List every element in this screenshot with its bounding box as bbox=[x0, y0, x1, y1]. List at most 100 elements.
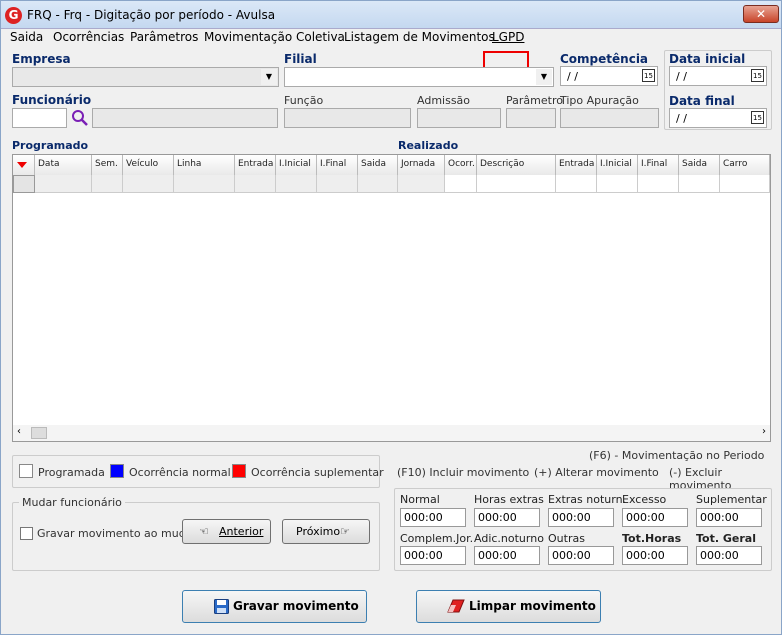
total-tot-horas-field[interactable]: 000:00 bbox=[622, 546, 688, 565]
col-header[interactable]: Entrada bbox=[556, 155, 597, 175]
table-cell[interactable] bbox=[358, 175, 398, 193]
close-button[interactable]: ✕ bbox=[743, 5, 779, 23]
total-label-complem-jor: Complem.Jor. bbox=[400, 532, 474, 545]
col-header[interactable]: I.Inicial bbox=[597, 155, 638, 175]
total-suplementar-field[interactable]: 000:00 bbox=[696, 508, 762, 527]
total-label-horas-extras: Horas extras bbox=[474, 493, 544, 506]
total-tot-geral-field[interactable]: 000:00 bbox=[696, 546, 762, 565]
menu-lgpd[interactable]: LGPD bbox=[492, 30, 524, 44]
hand-right-icon: ☞ bbox=[340, 525, 350, 538]
limpar-movimento-label: Limpar movimento bbox=[469, 599, 596, 613]
col-header[interactable]: I.Final bbox=[317, 155, 358, 175]
menu-ocorrencias[interactable]: Ocorrências bbox=[53, 30, 124, 44]
scroll-left-icon[interactable]: ‹ bbox=[17, 426, 21, 437]
total-label-tot-horas: Tot.Horas bbox=[622, 532, 682, 545]
col-header[interactable]: Data bbox=[35, 155, 92, 175]
calendar-icon[interactable]: 15 bbox=[751, 111, 764, 124]
empresa-label: Empresa bbox=[12, 52, 71, 66]
menu-parametros[interactable]: Parâmetros bbox=[130, 30, 198, 44]
legend-suplementar-swatch bbox=[232, 464, 246, 478]
menu-listagem-movimentos[interactable]: Listagem de Movimentos bbox=[344, 30, 495, 44]
total-normal-field[interactable]: 000:00 bbox=[400, 508, 466, 527]
sort-indicator[interactable] bbox=[13, 155, 35, 175]
table-cell[interactable] bbox=[638, 175, 679, 193]
total-complem-jor-field[interactable]: 000:00 bbox=[400, 546, 466, 565]
table-cell[interactable] bbox=[35, 175, 92, 193]
table-cell[interactable] bbox=[679, 175, 720, 193]
total-label-normal: Normal bbox=[400, 493, 440, 506]
chevron-down-icon[interactable]: ▼ bbox=[261, 69, 277, 85]
gravar-movimento-label: Gravar movimento bbox=[233, 599, 359, 613]
legend-programada-swatch bbox=[19, 464, 33, 478]
anterior-button[interactable]: ☜ Anterior bbox=[182, 519, 271, 544]
col-header[interactable]: Descrição bbox=[477, 155, 556, 175]
shortcut-f10: (F10) Incluir movimento bbox=[397, 466, 530, 479]
row-selector[interactable] bbox=[13, 175, 35, 193]
col-header[interactable]: Saida bbox=[358, 155, 398, 175]
chevron-down-icon[interactable]: ▼ bbox=[536, 69, 552, 85]
title-bar: G FRQ - Frq - Digitação por período - Av… bbox=[1, 1, 781, 29]
funcionario-code-field[interactable] bbox=[12, 108, 67, 128]
calendar-icon[interactable]: 15 bbox=[642, 69, 655, 82]
total-label-extras-noturn: Extras noturn. bbox=[548, 493, 627, 506]
legend-programada-label: Programada bbox=[38, 466, 105, 479]
scroll-right-icon[interactable]: › bbox=[762, 426, 766, 437]
programado-label: Programado bbox=[12, 139, 89, 152]
search-icon[interactable] bbox=[71, 109, 89, 127]
data-inicial-field[interactable]: / / 15 bbox=[669, 66, 767, 86]
total-outras-field[interactable]: 000:00 bbox=[548, 546, 614, 565]
menu-saida[interactable]: Saida bbox=[10, 30, 43, 44]
funcionario-label: Funcionário bbox=[12, 93, 92, 107]
col-header[interactable]: Carro bbox=[720, 155, 770, 175]
table-cell[interactable] bbox=[597, 175, 638, 193]
tipo-apuracao-label: Tipo Apuração bbox=[560, 94, 639, 107]
col-header[interactable]: Saida bbox=[679, 155, 720, 175]
funcionario-name-field bbox=[92, 108, 278, 128]
admissao-field bbox=[417, 108, 501, 128]
total-adic-noturno-field[interactable]: 000:00 bbox=[474, 546, 540, 565]
horizontal-scrollbar[interactable]: ‹ › bbox=[13, 425, 770, 441]
scroll-thumb[interactable] bbox=[31, 427, 47, 439]
limpar-movimento-button[interactable]: Limpar movimento bbox=[416, 590, 601, 623]
col-header[interactable]: Entrada bbox=[235, 155, 276, 175]
total-excesso-field[interactable]: 000:00 bbox=[622, 508, 688, 527]
table-cell[interactable] bbox=[123, 175, 174, 193]
table-cell[interactable] bbox=[174, 175, 235, 193]
total-extras-noturn-field[interactable]: 000:00 bbox=[548, 508, 614, 527]
funcao-field bbox=[284, 108, 411, 128]
funcao-label: Função bbox=[284, 94, 324, 107]
proximo-button[interactable]: Próximo ☞ bbox=[282, 519, 370, 544]
col-header[interactable]: Ocorr. bbox=[445, 155, 477, 175]
table-cell[interactable] bbox=[477, 175, 556, 193]
menu-movimentacao-coletiva[interactable]: Movimentação Coletiva bbox=[204, 30, 345, 44]
col-header[interactable]: Veículo bbox=[123, 155, 174, 175]
data-inicial-label: Data inicial bbox=[669, 52, 746, 66]
table-cell[interactable] bbox=[398, 175, 445, 193]
data-final-value: / / bbox=[676, 112, 687, 125]
hand-left-icon: ☜ bbox=[199, 525, 209, 538]
filial-select[interactable]: ▼ bbox=[284, 67, 554, 87]
calendar-icon[interactable]: 15 bbox=[751, 69, 764, 82]
gravar-ao-mudar-checkbox[interactable] bbox=[20, 527, 33, 540]
data-final-field[interactable]: / / 15 bbox=[669, 108, 767, 128]
movement-grid[interactable]: Data Sem. Veículo Linha Entrada I.Inicia… bbox=[12, 154, 771, 442]
table-cell[interactable] bbox=[720, 175, 770, 193]
col-header[interactable]: Sem. bbox=[92, 155, 123, 175]
table-cell[interactable] bbox=[235, 175, 276, 193]
competencia-label: Competência bbox=[560, 52, 649, 66]
col-header[interactable]: I.Final bbox=[638, 155, 679, 175]
table-cell[interactable] bbox=[92, 175, 123, 193]
table-cell[interactable] bbox=[276, 175, 317, 193]
empresa-select[interactable]: ▼ bbox=[12, 67, 279, 87]
realizado-label: Realizado bbox=[398, 139, 459, 152]
col-header[interactable]: I.Inicial bbox=[276, 155, 317, 175]
col-header[interactable]: Jornada bbox=[398, 155, 445, 175]
table-cell[interactable] bbox=[556, 175, 597, 193]
competencia-field[interactable]: / / 15 bbox=[560, 66, 658, 86]
table-cell[interactable] bbox=[445, 175, 477, 193]
table-cell[interactable] bbox=[317, 175, 358, 193]
gravar-movimento-button[interactable]: Gravar movimento bbox=[182, 590, 367, 623]
total-horas-extras-field[interactable]: 000:00 bbox=[474, 508, 540, 527]
admissao-label: Admissão bbox=[417, 94, 471, 107]
col-header[interactable]: Linha bbox=[174, 155, 235, 175]
